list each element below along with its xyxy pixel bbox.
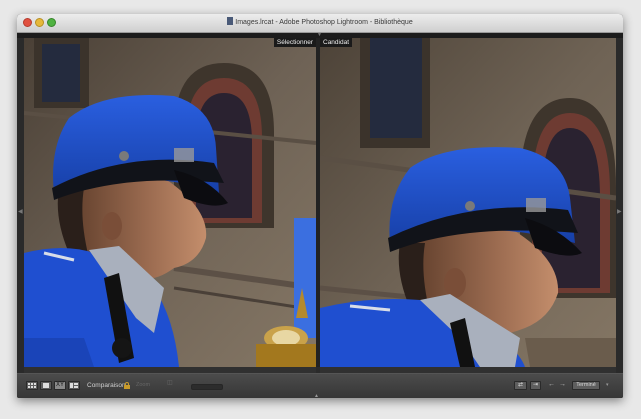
document-icon xyxy=(227,17,234,25)
select-photo-image xyxy=(24,38,316,367)
grid-view-icon[interactable] xyxy=(26,381,38,390)
select-label: Sélectionner xyxy=(273,38,316,47)
candidate-photo-image xyxy=(320,38,616,367)
select-photo-pane[interactable]: Sélectionner xyxy=(24,38,316,367)
toolbar: XY Comparaison Zoom ◫ ⇄ ⇥ ← → Terminé ▾ xyxy=(17,373,623,398)
arrow-right-icon[interactable]: → xyxy=(559,381,566,388)
left-panel-toggle-icon[interactable]: ◀ xyxy=(18,208,23,215)
done-button[interactable]: Terminé xyxy=(572,381,600,390)
candidate-label: Candidat xyxy=(320,38,353,47)
lightroom-window: Images.lrcat - Adobe Photoshop Lightroom… xyxy=(17,14,623,398)
right-panel-toggle-icon[interactable]: ▶ xyxy=(617,208,622,215)
comparison-mode-label: Comparaison xyxy=(87,382,126,389)
make-select-icon[interactable]: ⇥ xyxy=(530,381,541,390)
compare-view-icon[interactable]: XY xyxy=(54,381,66,390)
zoom-slider[interactable] xyxy=(191,384,223,390)
candidate-photo-pane[interactable]: Candidat xyxy=(320,38,616,367)
lock-icon[interactable] xyxy=(124,382,130,389)
show-filmstrip-icon[interactable]: ▲ xyxy=(314,393,319,399)
zoom-fit-icon[interactable]: ◫ xyxy=(167,379,173,386)
swap-icon[interactable]: ⇄ xyxy=(514,381,527,390)
window-title-text: Images.lrcat - Adobe Photoshop Lightroom… xyxy=(235,19,413,26)
arrow-left-icon[interactable]: ← xyxy=(548,381,555,388)
loupe-view-icon[interactable] xyxy=(40,381,52,390)
window-title: Images.lrcat - Adobe Photoshop Lightroom… xyxy=(17,17,623,26)
survey-view-icon[interactable] xyxy=(68,381,80,390)
toolbar-options-icon[interactable]: ▾ xyxy=(606,382,609,388)
title-bar: Images.lrcat - Adobe Photoshop Lightroom… xyxy=(17,14,623,33)
zoom-label: Zoom xyxy=(136,382,151,388)
